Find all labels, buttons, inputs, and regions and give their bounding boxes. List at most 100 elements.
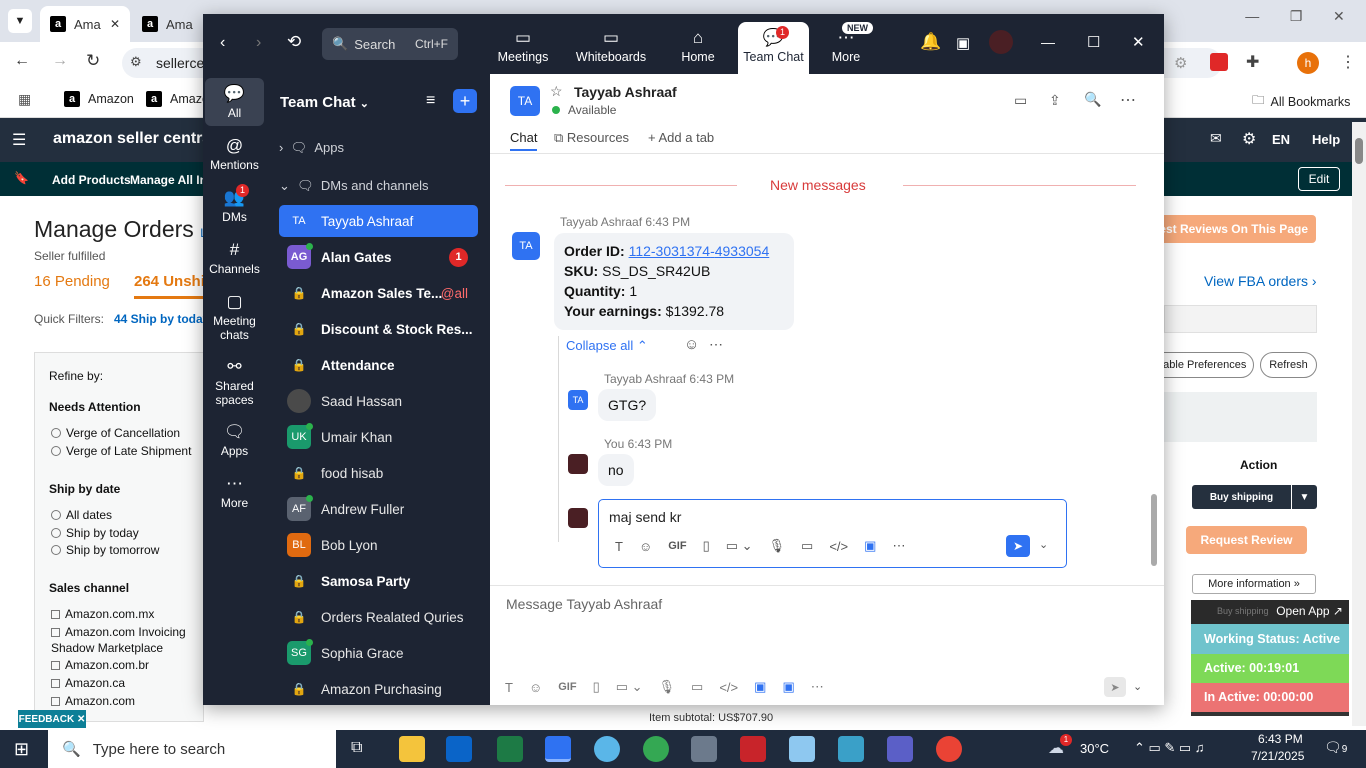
paint-icon[interactable] bbox=[594, 736, 620, 762]
radio-button[interactable] bbox=[51, 510, 61, 520]
radio-button[interactable] bbox=[51, 428, 61, 438]
video-call-icon[interactable]: ▭ bbox=[1014, 92, 1027, 109]
request-reviews-page-button[interactable]: uest Reviews On This Page bbox=[1150, 215, 1316, 243]
scrollbar-thumb[interactable] bbox=[1355, 138, 1363, 164]
nav-meetings[interactable]: ▭ Meetings bbox=[483, 28, 563, 64]
send-options-icon[interactable]: ⌄ bbox=[1039, 538, 1048, 551]
code-icon[interactable]: </> bbox=[829, 539, 848, 554]
channel-item-saad-hassan[interactable]: Saad Hassan bbox=[279, 385, 478, 417]
page-scrollbar[interactable] bbox=[1352, 122, 1366, 726]
apps-section[interactable]: › 🗨 Apps bbox=[279, 140, 344, 156]
rail-apps[interactable]: 🗨 Apps bbox=[203, 422, 266, 458]
clock-time[interactable]: 6:43 PM bbox=[1258, 732, 1303, 746]
rail-mentions[interactable]: @ Mentions bbox=[203, 136, 266, 172]
language-selector[interactable]: EN bbox=[1272, 132, 1290, 147]
history-icon[interactable]: ⟲ bbox=[287, 32, 301, 52]
minimize-icon[interactable]: — bbox=[1245, 8, 1259, 32]
more-options-icon[interactable]: ⋯ bbox=[892, 538, 905, 554]
mail-icon[interactable]: ✉ bbox=[1210, 130, 1222, 147]
more-options-icon[interactable]: ⋯ bbox=[1120, 90, 1136, 110]
request-review-button[interactable]: Request Review bbox=[1186, 526, 1307, 554]
channel-item-food-hisab[interactable]: 🔒 food hisab bbox=[279, 457, 478, 489]
channel-item-tayyab-ashraaf[interactable]: TA Tayyab Ashraaf bbox=[279, 205, 478, 237]
video-message-icon[interactable]: ▭ bbox=[801, 538, 813, 554]
tab-search-button[interactable]: ▼ bbox=[8, 9, 32, 33]
channel-item-sophia-grace[interactable]: SG Sophia Grace bbox=[279, 637, 478, 669]
teams-icon[interactable] bbox=[887, 736, 913, 762]
clock-date[interactable]: 7/21/2025 bbox=[1251, 749, 1304, 763]
bookmark-icon[interactable]: 🔖 bbox=[14, 171, 29, 185]
gif-icon[interactable]: GIF bbox=[668, 540, 686, 552]
channel-item-umair-khan[interactable]: UK Umair Khan bbox=[279, 421, 478, 453]
add-products-link[interactable]: Add Products bbox=[52, 173, 131, 187]
close-icon[interactable]: ✕ bbox=[1333, 8, 1345, 32]
chrome-menu-icon[interactable]: ⋮ bbox=[1340, 52, 1356, 72]
taskbar-search[interactable]: 🔍 Type here to search bbox=[48, 730, 336, 768]
new-chat-button[interactable]: + bbox=[453, 89, 477, 113]
calendar-icon[interactable]: ▣ bbox=[956, 34, 970, 52]
forward-icon[interactable]: → bbox=[52, 52, 68, 70]
forward-icon[interactable]: › bbox=[256, 34, 261, 52]
edit-button[interactable]: Edit bbox=[1298, 167, 1340, 191]
buy-shipping-button[interactable]: Buy shipping bbox=[1192, 485, 1291, 509]
send-button[interactable]: ➤ bbox=[1104, 677, 1126, 697]
message-input[interactable]: Message Tayyab Ashraaf bbox=[506, 596, 662, 612]
reload-icon[interactable]: ↻ bbox=[86, 51, 100, 71]
more-options-icon[interactable]: ⋯ bbox=[709, 336, 723, 353]
star-icon[interactable]: ☆ bbox=[550, 83, 563, 100]
filter-option[interactable]: Verge of Late Shipment bbox=[51, 444, 191, 458]
app-icon[interactable] bbox=[838, 736, 864, 762]
hamburger-icon[interactable]: ☰ bbox=[12, 130, 26, 150]
tab-add[interactable]: + Add a tab bbox=[648, 130, 714, 145]
browser-tab-2[interactable]: a Ama bbox=[132, 6, 204, 42]
notification-icon[interactable]: 🗨9 bbox=[1324, 739, 1347, 756]
pdf-extension-icon[interactable] bbox=[1210, 53, 1228, 71]
screenshot-icon[interactable]: ▭ ⌄ bbox=[616, 679, 643, 695]
zoom-search-input[interactable]: 🔍 Search Ctrl+F bbox=[322, 28, 458, 60]
tab-chat[interactable]: Chat bbox=[510, 130, 538, 151]
buy-shipping-dropdown[interactable]: ▼ bbox=[1292, 485, 1317, 509]
text-format-icon[interactable]: T bbox=[505, 680, 513, 695]
filter-option[interactable]: All dates bbox=[51, 508, 112, 522]
thread-reply-box[interactable]: maj send kr T ☺ GIF ▯ ▭ ⌄ 🎙 ▭ </> ▣ ⋯ ➤ … bbox=[598, 499, 1067, 568]
radio-button[interactable] bbox=[51, 545, 61, 555]
filter-icon[interactable]: ≡ bbox=[426, 92, 435, 110]
rail-all[interactable]: 💬 All bbox=[203, 84, 266, 120]
rail-dms[interactable]: 👥 1 DMs bbox=[203, 184, 266, 224]
filter-option[interactable]: Amazon.com bbox=[51, 694, 135, 708]
file-explorer-icon[interactable] bbox=[399, 736, 425, 762]
more-options-icon[interactable]: ⋯ bbox=[811, 679, 824, 695]
nav-more[interactable]: ⋯ NEW More bbox=[806, 22, 886, 64]
excel-icon[interactable] bbox=[497, 736, 523, 762]
nav-team-chat[interactable]: 💬 1 Team Chat bbox=[738, 22, 809, 82]
chat-scrollbar[interactable] bbox=[1151, 494, 1157, 566]
emoji-icon[interactable]: ☺ bbox=[529, 680, 542, 695]
weather-temp[interactable]: 30°C bbox=[1080, 741, 1109, 756]
filter-option[interactable]: Ship by tomorrow bbox=[51, 543, 159, 557]
code-icon[interactable]: </> bbox=[719, 680, 738, 695]
channel-item-samosa-party[interactable]: 🔒 Samosa Party bbox=[279, 565, 478, 597]
nav-whiteboards[interactable]: ▭ Whiteboards bbox=[571, 28, 651, 64]
profile-avatar[interactable]: h bbox=[1297, 52, 1319, 74]
windows-start-icon[interactable]: ⊞ bbox=[14, 739, 29, 760]
app-icon[interactable]: ▣ bbox=[754, 679, 766, 695]
maximize-icon[interactable]: ☐ bbox=[1087, 33, 1100, 51]
open-app-button[interactable]: Open App ↗ bbox=[1276, 604, 1343, 618]
quick-filter-ship-today[interactable]: 44 Ship by today bbox=[114, 312, 209, 326]
view-fba-orders-link[interactable]: View FBA orders › bbox=[1204, 273, 1317, 289]
channel-item-andrew-fuller[interactable]: AF Andrew Fuller bbox=[279, 493, 478, 525]
send-button[interactable]: ➤ bbox=[1006, 535, 1030, 557]
reaction-icon[interactable]: ☺ bbox=[684, 336, 699, 353]
filter-option[interactable]: Amazon.com.mx bbox=[51, 607, 154, 621]
pending-tab[interactable]: 16 Pending bbox=[34, 273, 110, 290]
search-icon[interactable]: 🔍 bbox=[1084, 91, 1101, 108]
rail-meeting-chats[interactable]: ▢ Meeting chats bbox=[203, 292, 266, 342]
microphone-icon[interactable]: 🎙 bbox=[659, 679, 676, 695]
unshipped-tab[interactable]: 264 Unshi bbox=[134, 273, 205, 290]
back-icon[interactable]: ‹ bbox=[220, 34, 225, 52]
dms-section[interactable]: ⌄ 🗨 DMs and channels bbox=[279, 178, 429, 194]
draft-text[interactable]: maj send kr bbox=[609, 509, 681, 525]
filezilla-icon[interactable] bbox=[740, 736, 766, 762]
apps-grid-icon[interactable]: ▦ bbox=[18, 91, 31, 108]
emoji-icon[interactable]: ☺ bbox=[639, 539, 652, 554]
